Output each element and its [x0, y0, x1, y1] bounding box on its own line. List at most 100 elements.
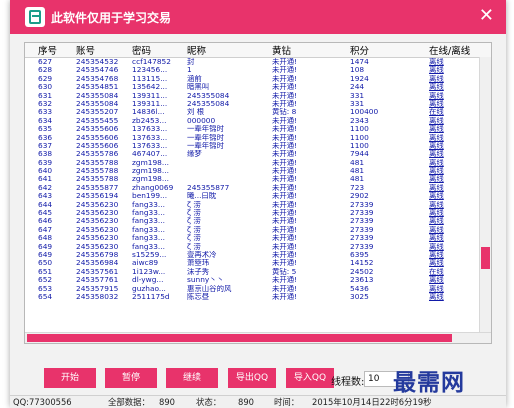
- cell-online-status[interactable]: 离线: [429, 234, 481, 242]
- import-qq-button[interactable]: 导入QQ: [286, 368, 334, 388]
- cell-account: 245357561: [76, 267, 119, 276]
- cell-online-status[interactable]: 离线: [429, 175, 481, 183]
- cell-password: ben199...: [132, 192, 168, 201]
- table-row[interactable]: 653 245357915 guzhao... 惠京山谷的风 未开通! 5436 离线: [25, 285, 491, 293]
- cell-online-status[interactable]: 离线: [429, 243, 481, 251]
- table-row[interactable]: 646 245356230 fang33... ζ 涝 未开通! 27339 离线: [25, 217, 491, 225]
- start-button[interactable]: 开始: [44, 368, 96, 388]
- column-header-account[interactable]: 账号: [76, 43, 124, 57]
- table-row[interactable]: 635 245355606 137633... 一辈年锦时 未开通! 1100 离线: [25, 125, 491, 133]
- table-row[interactable]: 649 245356798 s15259... 壹再术冷 未开通! 6395 离线: [25, 251, 491, 259]
- cell-online-status[interactable]: 离线: [429, 293, 481, 301]
- cell-online-status[interactable]: 离线: [429, 134, 481, 142]
- cell-nickname: 沫子秀: [187, 267, 210, 276]
- vertical-scrollbar[interactable]: [479, 57, 491, 333]
- table-row[interactable]: 629 245354768 113115... 涵前 未开通! 1924 离线: [25, 75, 491, 83]
- cell-online-status[interactable]: 离线: [429, 58, 481, 66]
- cell-online-status[interactable]: 离线: [429, 209, 481, 217]
- table-row[interactable]: 642 245355877 zhang0069 245355877 未开通! 723 离线: [25, 184, 491, 192]
- column-header-nickname[interactable]: 昵称: [187, 43, 271, 57]
- continue-button[interactable]: 继续: [166, 368, 218, 388]
- title-bar[interactable]: 此软件仅用于学习交易 ✕: [10, 0, 506, 34]
- cell-online-status[interactable]: 离线: [429, 100, 481, 108]
- cell-online-status[interactable]: 离线: [429, 92, 481, 100]
- cell-points: 27339: [350, 217, 374, 226]
- cell-online-status[interactable]: 在线: [429, 108, 481, 116]
- close-icon[interactable]: ✕: [479, 6, 494, 26]
- cell-online-status[interactable]: 离线: [429, 66, 481, 74]
- table-row[interactable]: 634 245355455 zb2453... 000000 未开通! 2343 离线: [25, 117, 491, 125]
- table-row[interactable]: 644 245356230 fang33... ζ 涝 未开通! 27339 离线: [25, 201, 491, 209]
- table-row[interactable]: 647 245356230 fang33... ζ 涝 未开通! 27339 离线: [25, 226, 491, 234]
- cell-online-status[interactable]: 离线: [429, 259, 481, 267]
- column-header-online-status[interactable]: 在线/离线: [429, 43, 481, 57]
- cell-yellow-diamond: 未开通!: [272, 74, 298, 83]
- cell-password: 113115...: [132, 74, 168, 83]
- cell-account: 245354746: [76, 66, 119, 75]
- column-header-password[interactable]: 密码: [132, 43, 188, 57]
- cell-online-status[interactable]: 离线: [429, 159, 481, 167]
- table-row[interactable]: 640 245355788 zgm198... 未开通! 481 离线: [25, 167, 491, 175]
- cell-online-status[interactable]: 离线: [429, 226, 481, 234]
- cell-online-status[interactable]: 离线: [429, 276, 481, 284]
- pause-button[interactable]: 暂停: [105, 368, 157, 388]
- accounts-table[interactable]: 序号 账号 密码 昵称 黄钻 积分 在线/离线 627 245354532 ccf1…: [24, 42, 492, 344]
- cell-online-status[interactable]: 在线: [429, 268, 481, 276]
- table-row[interactable]: 652 245357761 dl-ywg... sunny丶丶 未开通! 23613 离线: [25, 276, 491, 284]
- cell-account: 245355606: [76, 133, 119, 142]
- cell-online-status[interactable]: 离线: [429, 192, 481, 200]
- table-row[interactable]: 636 245355606 137633... 一辈年锦时 未开通! 1100 离线: [25, 134, 491, 142]
- cell-index: 629: [38, 74, 53, 83]
- table-row[interactable]: 641 245355788 zgm198... 未开通! 481 离线: [25, 175, 491, 183]
- cell-index: 643: [38, 192, 53, 201]
- table-row[interactable]: 633 245355207 14836l... 刘 根 黄钻: 8 100400 在线: [25, 108, 491, 116]
- column-header-points[interactable]: 积分: [350, 43, 430, 57]
- export-qq-button[interactable]: 导出QQ: [228, 368, 276, 388]
- cell-online-status[interactable]: 离线: [429, 217, 481, 225]
- column-header-index[interactable]: 序号: [38, 43, 68, 57]
- cell-index: 654: [38, 292, 53, 301]
- table-row[interactable]: 654 245358032 2511175d 陈忘昼 未开通! 3025 离线: [25, 293, 491, 301]
- cell-points: 723: [350, 183, 365, 192]
- cell-online-status[interactable]: 离线: [429, 184, 481, 192]
- table-row[interactable]: 650 245356984 aiwc89 萧箜玮 未开通! 14152 离线: [25, 259, 491, 267]
- cell-online-status[interactable]: 离线: [429, 150, 481, 158]
- cell-yellow-diamond: 未开通!: [272, 125, 298, 134]
- horizontal-scrollbar[interactable]: [25, 332, 491, 343]
- table-row[interactable]: 632 245355084 139311... 245355084 未开通! 331 离线: [25, 100, 491, 108]
- table-row[interactable]: 648 245356230 fang33... ζ 涝 未开通! 27339 离线: [25, 234, 491, 242]
- cell-online-status[interactable]: 离线: [429, 83, 481, 91]
- cell-yellow-diamond: 未开通!: [272, 209, 298, 218]
- cell-online-status[interactable]: 离线: [429, 117, 481, 125]
- cell-account: 245356194: [76, 192, 119, 201]
- table-row[interactable]: 643 245356194 ben199... 曦...曰眈 未开通! 2902 离线: [25, 192, 491, 200]
- cell-password: 135642...: [132, 83, 168, 92]
- horizontal-scroll-thumb[interactable]: [27, 334, 452, 342]
- cell-online-status[interactable]: 离线: [429, 167, 481, 175]
- table-row[interactable]: 631 245355084 139311... 245355084 未开通! 331 离线: [25, 92, 491, 100]
- table-row[interactable]: 638 245355786 467407... 缘梦 未开通! 7944 离线: [25, 150, 491, 158]
- table-row[interactable]: 637 245355606 137633... 一辈年锦时 未开通! 1100 离线: [25, 142, 491, 150]
- table-row[interactable]: 630 245354851 135642... 暗黑叫 未开通! 244 离线: [25, 83, 491, 91]
- cell-online-status[interactable]: 离线: [429, 285, 481, 293]
- table-row[interactable]: 639 245355788 zgm198... 未开通! 481 离线: [25, 159, 491, 167]
- cell-online-status[interactable]: 离线: [429, 201, 481, 209]
- cell-password: fang33...: [132, 225, 165, 234]
- cell-online-status[interactable]: 离线: [429, 142, 481, 150]
- table-row[interactable]: 627 245354532 ccf147852 封 未开通! 1474 离线: [25, 58, 491, 66]
- table-row[interactable]: 651 245357561 1i123w... 沫子秀 黄钻: 5 24502 在线: [25, 268, 491, 276]
- table-row[interactable]: 645 245356230 fang33... ζ 涝 未开通! 27339 离线: [25, 209, 491, 217]
- cell-yellow-diamond: 未开通!: [272, 66, 298, 75]
- table-row[interactable]: 649 245356230 fang33... ζ 涝 未开通! 27339 离线: [25, 243, 491, 251]
- cell-nickname: 一辈年锦时: [187, 133, 224, 142]
- table-row[interactable]: 628 245354746 123456... 1 未开通! 108 离线: [25, 66, 491, 74]
- cell-points: 23613: [350, 276, 374, 285]
- cell-account: 245356798: [76, 250, 119, 259]
- cell-yellow-diamond: 未开通!: [272, 99, 298, 108]
- column-header-yellow-diamond[interactable]: 黄钻: [272, 43, 352, 57]
- cell-points: 108: [350, 66, 365, 75]
- cell-online-status[interactable]: 离线: [429, 251, 481, 259]
- cell-online-status[interactable]: 离线: [429, 125, 481, 133]
- cell-online-status[interactable]: 离线: [429, 75, 481, 83]
- vertical-scroll-thumb[interactable]: [481, 247, 490, 269]
